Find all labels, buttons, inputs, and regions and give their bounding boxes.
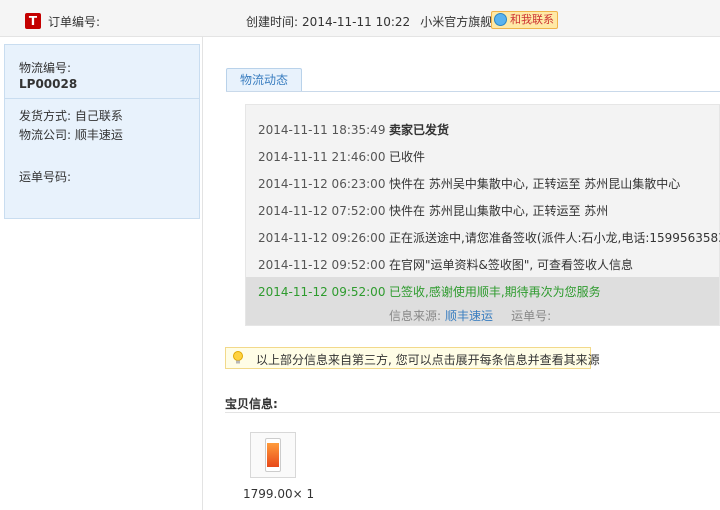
goods-divider <box>225 412 720 413</box>
logistics-company: 物流公司: 顺丰速运 <box>19 128 123 142</box>
signed-status-row[interactable]: 2014-11-12 09:52:00 已签收,感谢使用顺丰,期待再次为您服务 信… <box>246 277 719 325</box>
contact-label: 和我联系 <box>510 13 554 26</box>
third-party-info-tip: 以上部分信息来自第三方, 您可以点击展开每条信息并查看其来源 <box>225 347 600 369</box>
info-source: 信息来源: 顺丰速运 运单号: <box>389 307 551 324</box>
tracking-desc: 已签收,感谢使用顺丰,期待再次为您服务 <box>389 285 601 299</box>
tracking-row: 2014-11-11 18:35:49 卖家已发货 <box>258 121 449 138</box>
panel-divider <box>5 98 199 99</box>
tracking-desc: 已收件 <box>389 150 426 164</box>
tracking-time: 2014-11-12 07:52:00 <box>258 204 386 218</box>
tracking-time: 2014-11-12 09:52:00 <box>258 285 386 299</box>
logistics-number-label: 物流编号: <box>19 61 72 75</box>
tracking-desc: 卖家已发货 <box>389 123 450 137</box>
tip-text: 以上部分信息来自第三方, 您可以点击展开每条信息并查看其来源 <box>256 353 600 367</box>
tab-logistics-updates[interactable]: 物流动态 <box>226 68 303 91</box>
tracking-timeline: 2014-11-11 18:35:49 卖家已发货 2014-11-11 21:4… <box>245 104 720 326</box>
tracking-row: 2014-11-12 09:26:00 正在派送途中,请您准备签收(派件人:石小龙… <box>258 229 720 246</box>
waybill-number-label: 运单号码: <box>19 170 72 184</box>
tracking-row: 2014-11-11 21:46:00 已收件 <box>258 148 425 165</box>
price-quantity: 1799.00× 1 <box>243 487 315 501</box>
logistics-package-panel[interactable]: 物流编号: LP00028 发货方式: 自己联系 物流公司: 顺丰速运 运单号码… <box>4 44 200 219</box>
phone-image <box>265 438 281 472</box>
tracking-desc: 在官网"运单资料&签收图", 可查看签收人信息 <box>389 258 634 272</box>
wangwang-chat-icon <box>494 13 507 26</box>
tracking-row: 2014-11-12 06:23:00 快件在 苏州吴中集散中心, 正转运至 苏州… <box>258 175 680 192</box>
tracking-time: 2014-11-12 09:26:00 <box>258 231 386 245</box>
tracking-row: 2014-11-12 07:52:00 快件在 苏州昆山集散中心, 正转运至 苏州 <box>258 202 608 219</box>
product-thumbnail[interactable] <box>250 432 296 478</box>
tracking-time: 2014-11-12 06:23:00 <box>258 177 386 191</box>
tracking-row: 2014-11-12 09:52:00 已签收,感谢使用顺丰,期待再次为您服务 <box>258 283 601 300</box>
waybill-label: 运单号: <box>511 309 552 323</box>
tracking-desc: 快件在 苏州昆山集散中心, 正转运至 苏州 <box>389 204 609 218</box>
tmall-logo-icon: T <box>25 13 41 29</box>
tracking-desc: 正在派送途中,请您准备签收(派件人:石小龙,电话:15995635835) <box>389 231 720 245</box>
created-label: 创建时间: <box>246 15 299 29</box>
ship-method: 发货方式: 自己联系 <box>19 109 123 123</box>
order-number-label: 订单编号: <box>48 15 101 29</box>
tab-divider <box>226 91 720 92</box>
tracking-time: 2014-11-11 18:35:49 <box>258 123 386 137</box>
tracking-desc: 快件在 苏州吴中集散中心, 正转运至 苏州昆山集散中心 <box>389 177 681 191</box>
contact-seller-button[interactable]: 和我联系 <box>491 11 558 29</box>
created-info: 创建时间: 2014-11-11 10:22 小米官方旗舰店 <box>246 13 504 30</box>
tracking-row: 2014-11-12 09:52:00 在官网"运单资料&签收图", 可查看签收人… <box>258 256 633 273</box>
tracking-time: 2014-11-11 21:46:00 <box>258 150 386 164</box>
lightbulb-icon <box>233 351 243 364</box>
phone-screen <box>267 443 279 467</box>
logistics-sidebar: 物流编号: LP00028 发货方式: 自己联系 物流公司: 顺丰速运 运单号码… <box>0 36 203 510</box>
info-source-label: 信息来源: <box>389 309 442 323</box>
goods-info-title: 宝贝信息: <box>225 397 278 411</box>
order-header-bar: T 订单编号: 创建时间: 2014-11-11 10:22 小米官方旗舰店 和我联… <box>0 0 720 37</box>
logistics-number: LP00028 <box>19 77 78 91</box>
info-source-link[interactable]: 顺丰速运 <box>445 309 493 323</box>
created-time: 2014-11-11 10:22 <box>302 15 411 29</box>
tracking-time: 2014-11-12 09:52:00 <box>258 258 386 272</box>
